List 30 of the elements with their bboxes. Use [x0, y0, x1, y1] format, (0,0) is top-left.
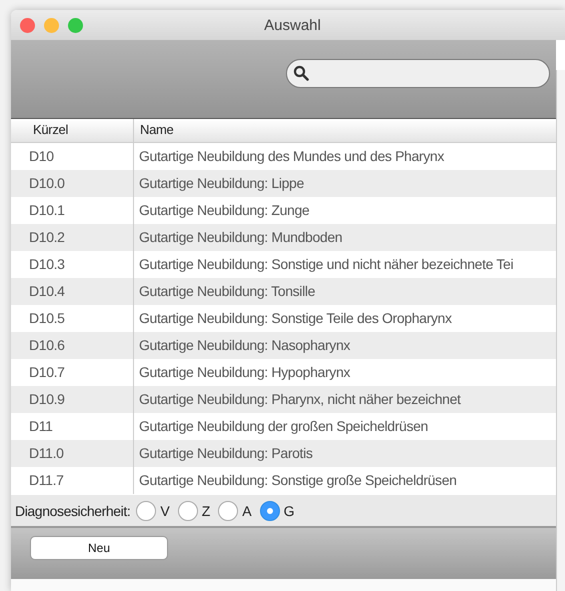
certainty-label: Diagnosesicherheit: [15, 502, 130, 518]
table-cell-text: D10.7 [28, 363, 66, 382]
radio-option[interactable]: A [218, 500, 252, 520]
search-icon [293, 65, 310, 81]
table-cell-text: D10.0 [28, 174, 66, 193]
window-title: Auswahl [263, 16, 322, 34]
radio-button[interactable] [260, 500, 280, 520]
table-cell-text: D10.1 [28, 201, 66, 220]
column-header[interactable]: Kürzel [11, 119, 133, 142]
radio-option[interactable]: Z [178, 500, 210, 520]
table-cell-text: D11.7 [28, 471, 65, 490]
radio-button[interactable] [136, 500, 156, 520]
table-cell-text: D11.0 [28, 444, 65, 463]
zoom-button[interactable] [68, 18, 83, 32]
table-cell-text: D10 [28, 147, 55, 166]
search-field[interactable] [286, 58, 550, 88]
radio-button[interactable] [218, 500, 238, 520]
table-cell-text: D11 [28, 417, 54, 436]
table-cell-text: D10.5 [28, 309, 66, 328]
table-cell-text: D10.2 [28, 228, 66, 247]
new-button[interactable]: Neu [30, 536, 168, 560]
radio-option[interactable]: G [260, 500, 294, 520]
table-cell-text: D10.6 [28, 336, 66, 355]
close-button[interactable] [20, 18, 35, 32]
radio-button[interactable] [178, 500, 198, 520]
table-cell-text: D10.9 [28, 390, 66, 409]
radio-option[interactable]: V [136, 500, 170, 520]
minimize-button[interactable] [44, 18, 59, 32]
table-cell-text: D10.3 [28, 255, 66, 274]
table-cell-text: D10.4 [28, 282, 66, 301]
